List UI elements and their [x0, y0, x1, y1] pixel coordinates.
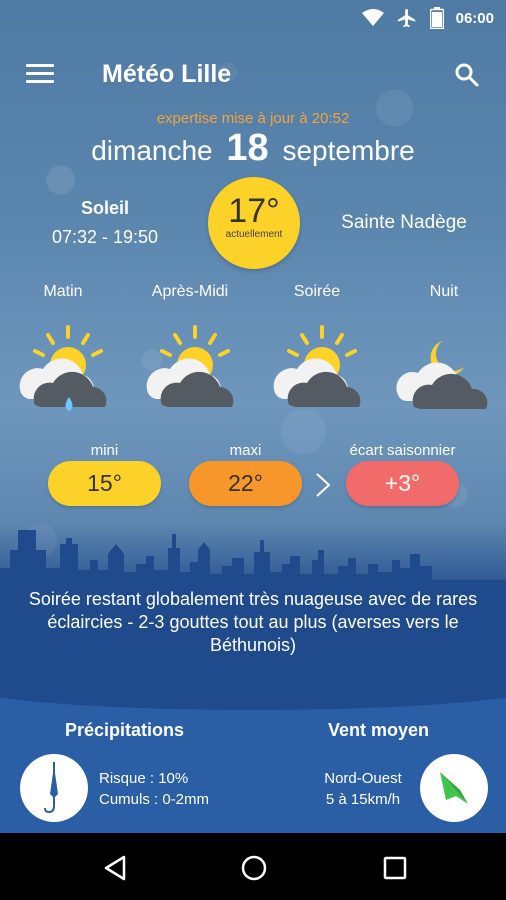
status-time: 06:00	[455, 9, 494, 27]
recents-icon[interactable]	[380, 853, 410, 883]
period-label: Après-Midi	[151, 283, 229, 300]
chevron-right-icon	[316, 473, 331, 497]
period-label: Nuit	[429, 283, 459, 300]
sun-clouds-icon	[146, 325, 234, 407]
back-icon[interactable]	[100, 853, 130, 883]
ecart-pill[interactable]: +3°	[346, 461, 459, 506]
moon-clouds-icon	[396, 341, 488, 409]
date-month: septembre	[282, 135, 415, 166]
panel-curve	[0, 690, 506, 710]
menu-icon[interactable]	[26, 64, 54, 86]
period-matin[interactable]: Matin	[8, 283, 118, 411]
date-day: 18	[226, 127, 269, 169]
date-weekday: dimanche	[91, 135, 213, 166]
update-time: expertise mise à jour à 20:52	[156, 110, 350, 127]
saint-of-day: Sainte Nadège	[341, 212, 467, 233]
closed-umbrella-icon	[44, 762, 58, 814]
current-temp-value: 17°	[228, 192, 280, 230]
precip-details: Risque : 10% Cumuls : 0-2mm	[99, 768, 209, 810]
current-temp-caption: actuellement	[225, 229, 283, 240]
min-label: mini	[90, 442, 119, 459]
wind-direction-badge[interactable]	[420, 754, 488, 822]
app-title: Météo Lille	[102, 60, 232, 88]
precip-umbrella-badge[interactable]	[20, 754, 88, 822]
sun-title: Soleil	[80, 198, 129, 218]
period-nuit[interactable]: Nuit	[389, 283, 499, 409]
search-icon[interactable]	[454, 62, 480, 88]
precip-title: Précipitations	[65, 720, 185, 740]
day-periods: Matin Après-Midi Soirée Nuit	[0, 283, 506, 433]
period-apres-midi[interactable]: Après-Midi	[135, 283, 245, 407]
precip-cumul: Cumuls : 0-2mm	[99, 791, 210, 808]
wind-direction: Nord-Ouest	[324, 770, 402, 787]
home-icon[interactable]	[239, 853, 269, 883]
max-label: maxi	[229, 442, 262, 459]
wifi-icon	[361, 9, 384, 26]
forecast-summary: Soirée restant globalement très nuageuse…	[28, 589, 478, 655]
details-panel: Précipitations Risque : 10% Cumuls : 0-2…	[0, 690, 506, 833]
wind-speed: 5 à 15km/h	[325, 791, 401, 808]
battery-icon	[429, 7, 444, 29]
period-label: Matin	[43, 283, 83, 300]
sun-cloud-rain-icon	[19, 325, 107, 411]
date-heading: dimanche 18 septembre	[0, 127, 506, 170]
wind-details: Nord-Ouest 5 à 15km/h	[308, 768, 418, 810]
sun-hours: 07:32 - 19:50	[51, 227, 159, 247]
system-nav-bar	[0, 833, 506, 900]
sun-times: Soleil 07:32 - 19:50	[40, 198, 170, 248]
app-bar: Météo Lille	[0, 50, 506, 100]
status-bar: 06:00	[0, 0, 506, 36]
min-temp-pill: 15°	[48, 461, 161, 506]
wind-arrow-icon	[440, 772, 468, 804]
precip-risk: Risque : 10%	[99, 770, 189, 787]
airplane-icon	[397, 8, 415, 28]
max-temp-pill: 22°	[189, 461, 302, 506]
sun-clouds-icon	[273, 325, 361, 407]
period-label: Soirée	[293, 283, 341, 300]
period-soiree[interactable]: Soirée	[262, 283, 372, 407]
wind-title: Vent moyen	[328, 720, 430, 740]
current-temp-badge[interactable]: 17° actuellement	[208, 177, 300, 269]
ecart-label: écart saisonnier	[349, 442, 456, 459]
